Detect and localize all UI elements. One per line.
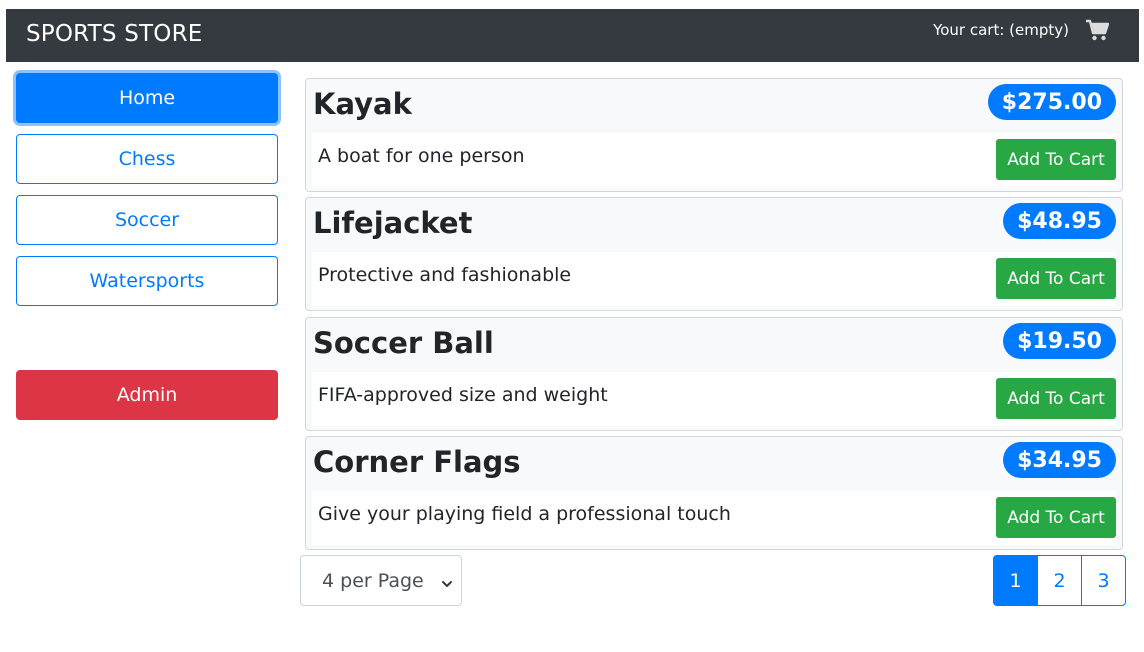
product-description: Give your playing field a professional t… <box>318 503 731 525</box>
price-badge: $275.00 <box>987 84 1116 120</box>
product-body: Give your playing field a professional t… <box>312 491 1116 545</box>
product-name: Lifejacket <box>313 206 473 240</box>
page-button-1[interactable]: 1 <box>993 555 1038 606</box>
product-body: A boat for one person Add To Cart <box>312 133 1116 187</box>
page-button-3[interactable]: 3 <box>1081 555 1126 606</box>
price-badge: $48.95 <box>1003 203 1116 239</box>
product-description: FIFA-approved size and weight <box>318 384 608 406</box>
add-to-cart-button[interactable]: Add To Cart <box>996 497 1116 538</box>
cart-summary[interactable]: Your cart: (empty) <box>933 19 1110 41</box>
product-card: Kayak $275.00 A boat for one person Add … <box>305 78 1123 192</box>
product-body: FIFA-approved size and weight Add To Car… <box>312 372 1116 426</box>
product-card: Corner Flags $34.95 Give your playing fi… <box>305 436 1123 550</box>
shopping-cart-icon[interactable] <box>1085 19 1110 41</box>
price-badge: $19.50 <box>1003 323 1116 359</box>
product-body: Protective and fashionable Add To Cart <box>312 252 1116 306</box>
category-home-button[interactable]: Home <box>16 73 278 123</box>
product-name: Corner Flags <box>313 445 521 479</box>
page-button-2[interactable]: 2 <box>1037 555 1082 606</box>
product-name: Soccer Ball <box>313 326 494 360</box>
product-card: Soccer Ball $19.50 FIFA-approved size an… <box>305 317 1123 431</box>
product-name: Kayak <box>313 87 412 121</box>
page-size-select[interactable]: 4 per Page <box>300 555 462 606</box>
pagination: 1 2 3 <box>993 555 1126 606</box>
price-badge: $34.95 <box>1003 442 1116 478</box>
category-soccer-button[interactable]: Soccer <box>16 195 278 245</box>
cart-status-text: Your cart: (empty) <box>933 21 1069 39</box>
navbar: SPORTS STORE Your cart: (empty) <box>6 9 1139 62</box>
product-card: Lifejacket $48.95 Protective and fashion… <box>305 197 1123 311</box>
add-to-cart-button[interactable]: Add To Cart <box>996 139 1116 180</box>
page-size-value: 4 per Page <box>322 569 424 592</box>
admin-button[interactable]: Admin <box>16 370 278 420</box>
category-watersports-button[interactable]: Watersports <box>16 256 278 306</box>
add-to-cart-button[interactable]: Add To Cart <box>996 258 1116 299</box>
chevron-down-icon <box>441 573 453 587</box>
product-description: Protective and fashionable <box>318 264 572 286</box>
add-to-cart-button[interactable]: Add To Cart <box>996 378 1116 419</box>
product-description: A boat for one person <box>318 145 525 167</box>
brand-title: SPORTS STORE <box>26 21 203 47</box>
category-chess-button[interactable]: Chess <box>16 134 278 184</box>
